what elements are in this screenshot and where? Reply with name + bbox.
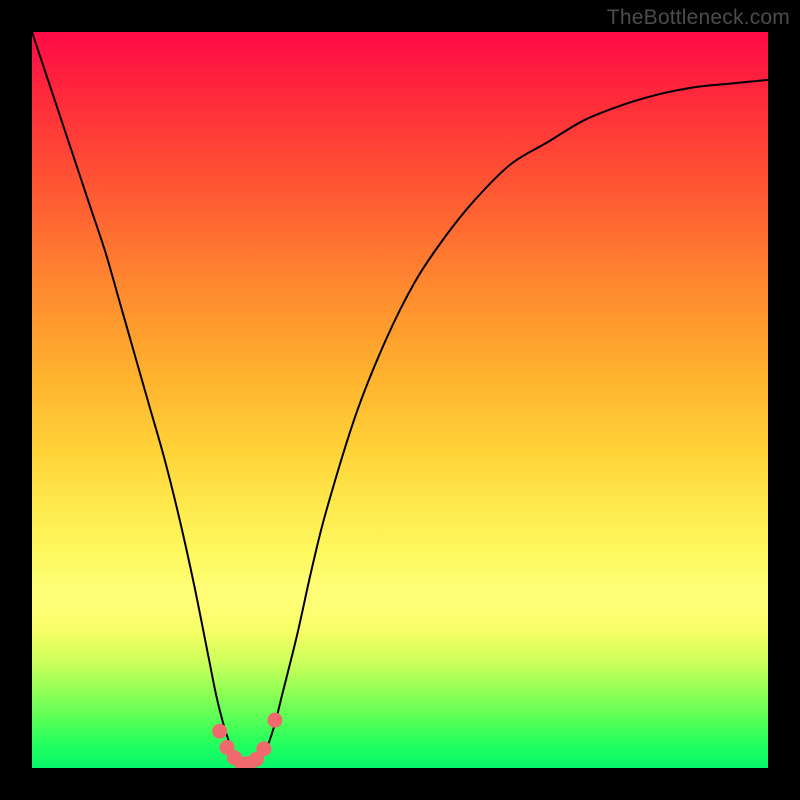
chart-frame: TheBottleneck.com [0,0,800,800]
bottleneck-curve [32,32,768,768]
trough-marker [268,713,282,727]
watermark-text: TheBottleneck.com [607,6,790,30]
trough-marker [213,724,227,738]
plot-area [32,32,768,768]
curve-layer [32,32,768,768]
trough-marker [257,742,271,756]
